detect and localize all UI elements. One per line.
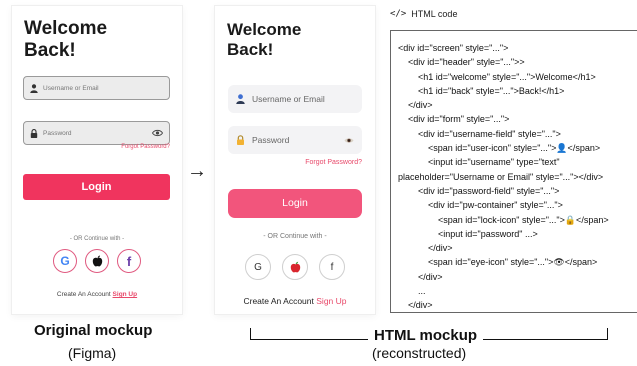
html-caption-subtitle: (reconstructed) bbox=[372, 345, 467, 361]
social-login-row: G f bbox=[215, 254, 375, 280]
code-lines: <div id="screen" style="..."> <div id="h… bbox=[398, 41, 637, 312]
apple-icon bbox=[92, 255, 102, 267]
password-field[interactable]: Password bbox=[23, 121, 170, 145]
code-panel: <div id="screen" style="..."> <div id="h… bbox=[390, 30, 637, 313]
welcome-heading: Welcome Back! bbox=[227, 20, 301, 60]
code-line: </div> bbox=[398, 271, 443, 282]
welcome-text: Welcome bbox=[24, 18, 108, 39]
username-field[interactable]: Username or Email bbox=[23, 76, 170, 100]
back-text: Back! bbox=[24, 40, 76, 62]
original-mockup-screen: Welcome Back! Username or Email Password… bbox=[12, 6, 182, 314]
code-icon: </> bbox=[390, 9, 407, 19]
code-line: <div id="password-field" style="..."> bbox=[398, 185, 560, 196]
html-caption-title: HTML mockup bbox=[368, 327, 484, 344]
or-continue-text: - OR Continue with - bbox=[263, 233, 327, 240]
password-field[interactable]: Password bbox=[228, 126, 362, 154]
facebook-button[interactable]: f bbox=[319, 254, 345, 280]
or-continue-text: - OR Continue with - bbox=[69, 236, 125, 242]
sign-up-link[interactable]: Sign Up bbox=[316, 296, 346, 306]
code-line: <input id="password" ...> bbox=[398, 228, 538, 239]
eye-icon[interactable] bbox=[344, 137, 354, 144]
facebook-icon: f bbox=[330, 261, 334, 273]
code-line: <div id="header" style="...">> bbox=[398, 57, 525, 68]
google-button[interactable]: G bbox=[53, 249, 77, 273]
apple-button[interactable] bbox=[85, 249, 109, 273]
google-icon: G bbox=[60, 254, 70, 268]
password-placeholder: Password bbox=[43, 129, 72, 137]
original-caption-subtitle: (Figma) bbox=[68, 345, 117, 361]
apple-button[interactable] bbox=[282, 254, 308, 280]
code-line: <span id="user-icon" style="...">👤</span… bbox=[398, 143, 601, 154]
login-button[interactable]: Login bbox=[228, 189, 362, 218]
welcome-text: Welcome bbox=[227, 20, 302, 39]
code-line: <h1 id="back" style="...">Back!</h1> bbox=[398, 85, 565, 96]
user-icon bbox=[236, 94, 245, 104]
forgot-password-link[interactable]: Forgot Password? bbox=[121, 144, 170, 150]
original-caption-title: Original mockup bbox=[34, 322, 153, 339]
eye-icon[interactable] bbox=[152, 129, 163, 137]
code-line: <span id="eye-icon" style="...">👁</span> bbox=[398, 257, 598, 268]
facebook-button[interactable]: f bbox=[117, 249, 141, 273]
create-account-text: Create An Account bbox=[56, 291, 111, 298]
social-login-row: G f bbox=[12, 249, 182, 273]
welcome-heading: Welcome Back! bbox=[24, 18, 107, 63]
username-placeholder: Username or Email bbox=[252, 94, 325, 104]
code-line: <div id="username-field" style="..."> bbox=[398, 128, 561, 139]
code-line: ... bbox=[398, 286, 426, 297]
username-placeholder: Username or Email bbox=[43, 84, 99, 92]
transform-arrow: → bbox=[187, 160, 207, 182]
create-account-row: Create An Account Sign Up bbox=[12, 291, 182, 298]
create-account-row: Create An Account Sign Up bbox=[215, 296, 375, 306]
code-line: </div> bbox=[398, 243, 453, 254]
create-account-text: Create An Account bbox=[243, 296, 314, 306]
code-line: </div> bbox=[398, 300, 433, 311]
lock-icon bbox=[30, 128, 38, 138]
back-text: Back! bbox=[227, 40, 274, 60]
login-button[interactable]: Login bbox=[23, 174, 170, 200]
apple-icon bbox=[290, 261, 300, 273]
code-line: <input id="username" type="text" bbox=[398, 157, 560, 168]
forgot-password-link[interactable]: Forgot Password? bbox=[305, 159, 362, 166]
code-title-text: HTML code bbox=[411, 9, 458, 19]
user-icon bbox=[30, 83, 38, 93]
google-icon: G bbox=[254, 261, 262, 273]
code-line: <span id="lock-icon" style="...">🔒</span… bbox=[398, 214, 609, 225]
password-placeholder: Password bbox=[252, 135, 290, 145]
code-line: <div id="pw-container" style="..."> bbox=[398, 200, 563, 211]
facebook-icon: f bbox=[126, 253, 132, 269]
code-line: </div> bbox=[398, 100, 433, 111]
username-field[interactable]: Username or Email bbox=[228, 85, 362, 113]
html-mockup-screen: Welcome Back! Username or Email Password… bbox=[215, 6, 375, 314]
code-line: <h1 id="welcome" style="...">Welcome</h1… bbox=[398, 71, 596, 82]
code-line: <div id="screen" style="..."> bbox=[398, 43, 509, 53]
code-line: <div id="form" style="..."> bbox=[398, 114, 510, 125]
sign-up-link[interactable]: Sign Up bbox=[113, 291, 138, 298]
lock-icon bbox=[237, 135, 244, 145]
google-button[interactable]: G bbox=[245, 254, 271, 280]
code-line: placeholder="Username or Email" style=".… bbox=[398, 171, 604, 182]
code-panel-title: </> HTML code bbox=[390, 9, 457, 19]
